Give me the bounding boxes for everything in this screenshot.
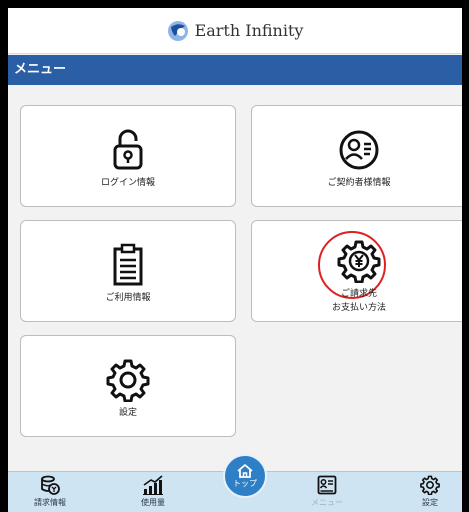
app-header: Earth Infinity bbox=[8, 8, 462, 54]
card-label-line2: お支払い方法 bbox=[331, 303, 386, 313]
card-label: ご請求先 お支払い方法 bbox=[252, 287, 462, 315]
gear-icon bbox=[21, 358, 235, 402]
nav-label: 請求情報 bbox=[34, 498, 66, 507]
user-card-icon bbox=[252, 128, 462, 172]
nav-label: メニュー bbox=[311, 498, 343, 507]
app-frame: Earth Infinity メニュー ログイン情報 ご契約者様情報 ご利用情報… bbox=[8, 8, 462, 512]
nav-item-billing[interactable]: 請求情報 bbox=[20, 475, 80, 508]
menu-title: メニュー bbox=[14, 62, 67, 77]
menu-card-icon bbox=[297, 475, 357, 495]
gear-icon bbox=[400, 475, 460, 495]
brand-name: Earth Infinity bbox=[194, 21, 304, 40]
contractor-info-card[interactable]: ご契約者様情報 bbox=[251, 105, 462, 207]
card-label: ログイン情報 bbox=[100, 178, 155, 188]
brand: Earth Infinity bbox=[167, 20, 304, 42]
nav-label: 使用量 bbox=[141, 498, 165, 507]
nav-item-settings[interactable]: 設定 bbox=[400, 475, 460, 508]
lock-icon bbox=[21, 128, 235, 172]
billing-payment-card[interactable]: ご請求先 お支払い方法 bbox=[251, 220, 462, 322]
nav-item-usage[interactable]: 使用量 bbox=[123, 475, 183, 508]
card-label: ご利用情報 bbox=[105, 293, 151, 303]
top-button-label: トップ bbox=[233, 479, 257, 488]
menu-title-bar: メニュー bbox=[8, 55, 462, 85]
earth-logo-icon bbox=[167, 20, 188, 41]
card-label: 設定 bbox=[118, 408, 137, 418]
nav-label: 設定 bbox=[422, 498, 438, 507]
home-icon bbox=[237, 464, 253, 478]
usage-info-card[interactable]: ご利用情報 bbox=[20, 220, 236, 322]
yen-gear-icon bbox=[252, 239, 462, 283]
nav-item-menu[interactable]: メニュー bbox=[297, 475, 357, 508]
top-home-button[interactable]: トップ bbox=[223, 454, 267, 498]
card-label-line1: ご請求先 bbox=[340, 289, 377, 299]
card-label: ご契約者様情報 bbox=[327, 178, 391, 188]
login-info-card[interactable]: ログイン情報 bbox=[20, 105, 236, 207]
usage-chart-icon bbox=[123, 475, 183, 495]
settings-card[interactable]: 設定 bbox=[20, 335, 236, 437]
clipboard-icon bbox=[21, 243, 235, 287]
billing-coin-icon bbox=[20, 475, 80, 495]
